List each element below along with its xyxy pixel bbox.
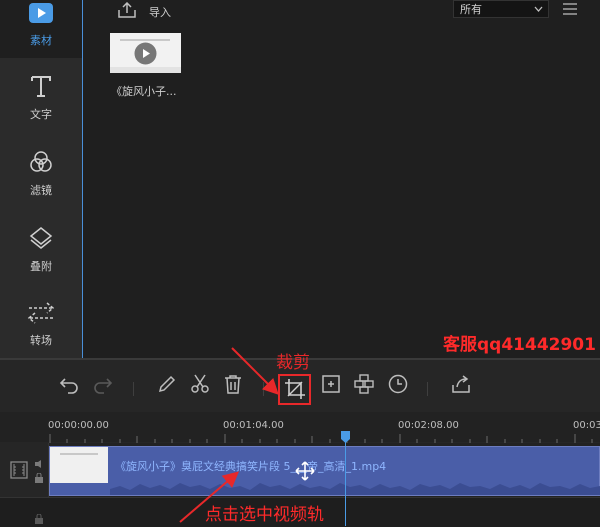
filter-icon	[30, 151, 52, 172]
export-icon[interactable]	[450, 373, 472, 395]
undo-icon[interactable]	[58, 373, 80, 395]
filter-value: 所有	[460, 3, 482, 16]
audio-waveform	[110, 483, 600, 495]
sidebar-item-label: 转场	[30, 334, 52, 347]
time-mark: 00:00:00.00	[48, 420, 109, 431]
sidebar-item-media[interactable]: 素材	[0, 0, 82, 58]
lock-icon[interactable]	[34, 514, 44, 524]
speaker-icon[interactable]	[34, 459, 44, 469]
sidebar-item-overlay[interactable]: 叠附	[0, 220, 82, 280]
filter-dropdown[interactable]: 所有	[453, 0, 549, 18]
media-thumbnail[interactable]	[110, 33, 181, 73]
lock-icon[interactable]	[34, 473, 44, 483]
time-mark: 00:02:08.00	[398, 420, 459, 431]
text-icon	[31, 76, 51, 97]
crop-highlight-box	[278, 374, 311, 405]
toolbar-separator	[427, 382, 428, 396]
chevron-down-icon	[534, 6, 543, 12]
time-mark: 00:03	[573, 420, 600, 431]
import-button[interactable]: 导入	[115, 0, 175, 22]
transition-icon	[27, 302, 55, 324]
ruler-ticks	[49, 434, 593, 443]
import-label: 导入	[149, 6, 171, 19]
select-track-annotation: 点击选中视频轨	[205, 505, 324, 525]
sidebar-item-filter[interactable]: 滤镜	[0, 144, 82, 204]
mosaic-icon[interactable]	[353, 373, 375, 395]
thumbnail-strip	[110, 67, 181, 73]
clip-thumbnail-caption-line	[60, 453, 98, 455]
scissors-icon[interactable]	[189, 373, 211, 395]
sidebar-item-label: 文字	[30, 108, 52, 121]
list-view-icon[interactable]	[562, 2, 578, 16]
redo-icon[interactable]	[92, 373, 114, 395]
import-icon	[118, 2, 136, 18]
service-contact: 客服qq41442901	[443, 335, 596, 355]
clip-thumbnail	[50, 447, 108, 483]
play-icon	[29, 3, 53, 23]
move-cursor-icon	[295, 461, 315, 481]
playhead[interactable]	[345, 431, 346, 526]
playhead-handle[interactable]	[341, 431, 350, 443]
sidebar-item-label: 滤镜	[30, 184, 52, 197]
sidebar: 素材 文字 滤镜 叠附 转场	[0, 0, 82, 358]
pencil-icon[interactable]	[156, 373, 178, 395]
trash-icon[interactable]	[222, 373, 244, 395]
time-mark: 00:01:04.00	[223, 420, 284, 431]
crop-annotation: 裁剪	[276, 353, 310, 373]
sidebar-item-text[interactable]: 文字	[0, 68, 82, 128]
overlay-icon	[29, 227, 53, 249]
thumbnail-caption-line	[120, 39, 170, 41]
video-track-header	[0, 443, 49, 497]
clock-icon[interactable]	[387, 373, 409, 395]
sidebar-item-label: 素材	[30, 34, 52, 47]
film-icon	[10, 461, 28, 479]
toolbar-separator	[263, 382, 264, 396]
media-title: 《旋风小子...	[111, 85, 177, 98]
zoom-fit-icon[interactable]	[320, 373, 342, 395]
sidebar-item-label: 叠附	[30, 260, 52, 273]
play-circle-icon	[134, 42, 157, 65]
sidebar-item-transition[interactable]: 转场	[0, 294, 82, 354]
toolbar-separator	[133, 382, 134, 396]
